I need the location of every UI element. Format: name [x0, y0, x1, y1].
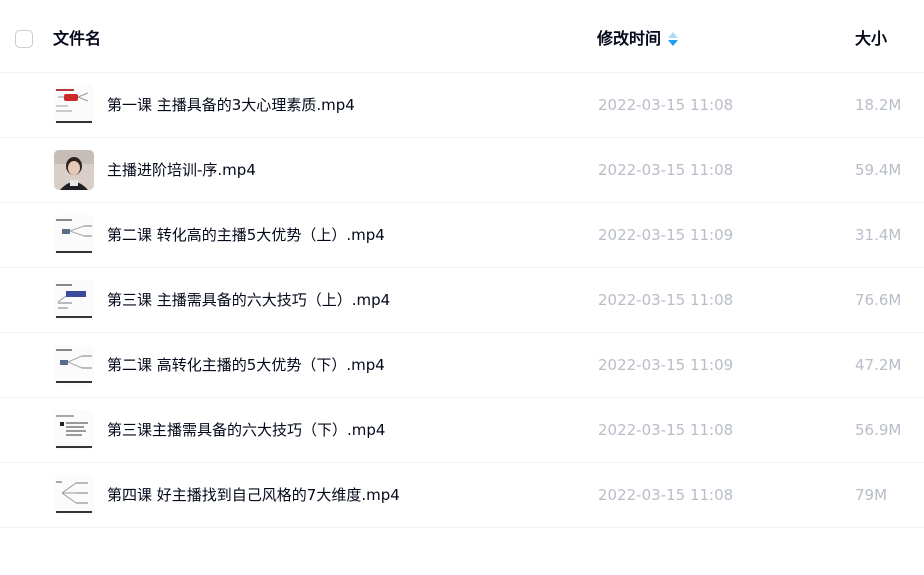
- table-row[interactable]: 主播进阶培训-序.mp4 2022-03-15 11:08 59.4M: [0, 138, 924, 203]
- mindmap-blue-thumbnail-icon: [54, 280, 94, 320]
- file-modified-time: 2022-03-15 11:09: [598, 226, 734, 244]
- file-modified-time: 2022-03-15 11:08: [598, 486, 734, 504]
- table-row[interactable]: 第二课 转化高的主播5大优势（上）.mp4 2022-03-15 11:09 3…: [0, 203, 924, 268]
- slide-list-thumbnail-icon: [54, 410, 94, 450]
- table-row[interactable]: 第三课主播需具备的六大技巧（下）.mp4 2022-03-15 11:08 56…: [0, 398, 924, 463]
- mindmap-red-thumbnail-icon: [54, 85, 94, 125]
- file-modified-time: 2022-03-15 11:08: [598, 161, 734, 179]
- file-size: 79M: [855, 486, 888, 504]
- file-name[interactable]: 第一课 主播具备的3大心理素质.mp4: [107, 95, 355, 115]
- column-header-time-label: 修改时间: [597, 29, 662, 48]
- file-size: 47.2M: [855, 356, 902, 374]
- sort-icon[interactable]: [668, 32, 679, 46]
- table-row[interactable]: 第四课 好主播找到自己风格的7大维度.mp4 2022-03-15 11:08 …: [0, 463, 924, 528]
- mindmap-thumbnail-icon: [54, 345, 94, 385]
- file-modified-time: 2022-03-15 11:08: [598, 96, 734, 114]
- select-all-checkbox[interactable]: [15, 30, 33, 48]
- file-size: 31.4M: [855, 226, 902, 244]
- file-modified-time: 2022-03-15 11:09: [598, 356, 734, 374]
- file-modified-time: 2022-03-15 11:08: [598, 421, 734, 439]
- mindmap-thumbnail-icon: [54, 475, 94, 515]
- file-size: 59.4M: [855, 161, 902, 179]
- file-size: 76.6M: [855, 291, 902, 309]
- person-video-thumbnail-icon: [54, 150, 94, 190]
- mindmap-thumbnail-icon: [54, 215, 94, 255]
- file-name[interactable]: 主播进阶培训-序.mp4: [107, 160, 256, 180]
- file-size: 18.2M: [855, 96, 902, 114]
- file-size: 56.9M: [855, 421, 902, 439]
- table-header: 文件名 修改时间 大小: [0, 0, 924, 73]
- table-row[interactable]: 第三课 主播需具备的六大技巧（上）.mp4 2022-03-15 11:08 7…: [0, 268, 924, 333]
- file-modified-time: 2022-03-15 11:08: [598, 291, 734, 309]
- table-row[interactable]: 第二课 高转化主播的5大优势（下）.mp4 2022-03-15 11:09 4…: [0, 333, 924, 398]
- column-header-name[interactable]: 文件名: [53, 29, 101, 49]
- table-row[interactable]: 第一课 主播具备的3大心理素质.mp4 2022-03-15 11:08 18.…: [0, 73, 924, 138]
- file-name[interactable]: 第二课 转化高的主播5大优势（上）.mp4: [107, 225, 385, 245]
- column-header-time[interactable]: 修改时间: [597, 29, 679, 49]
- file-name[interactable]: 第四课 好主播找到自己风格的7大维度.mp4: [107, 485, 400, 505]
- file-name[interactable]: 第三课 主播需具备的六大技巧（上）.mp4: [107, 290, 390, 310]
- file-name[interactable]: 第三课主播需具备的六大技巧（下）.mp4: [107, 420, 385, 440]
- file-name[interactable]: 第二课 高转化主播的5大优势（下）.mp4: [107, 355, 385, 375]
- file-table: 文件名 修改时间 大小 第一课 主播具备的3大心理素质.mp4 2022-03-…: [0, 0, 924, 528]
- column-header-size[interactable]: 大小: [855, 29, 887, 49]
